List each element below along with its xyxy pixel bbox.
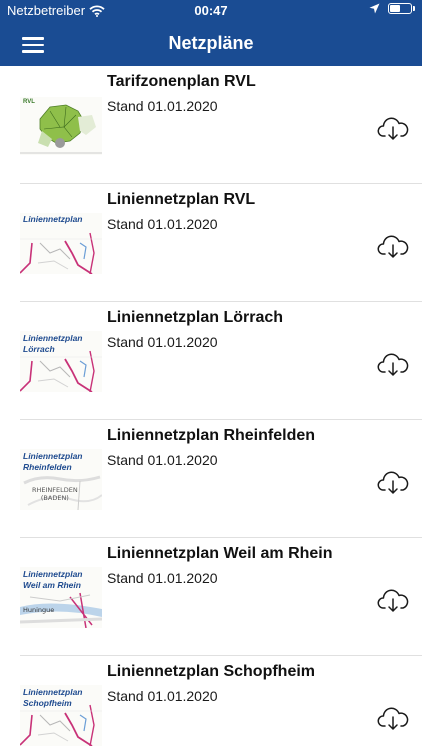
status-bar: Netzbetreiber 00:47 <box>0 0 422 22</box>
plan-title: Liniennetzplan Schopfheim <box>107 663 316 680</box>
plan-title: Liniennetzplan Lörrach <box>107 309 284 326</box>
cloud-download-icon[interactable] <box>377 587 409 613</box>
plan-thumbnail: Liniennetzplan Weil am Rhein Huningue <box>20 567 102 628</box>
plan-list-item[interactable]: Liniennetzplan Liniennetzplan RVL Stand 01… <box>20 184 422 302</box>
cloud-download-icon[interactable] <box>377 233 409 259</box>
cloud-download-icon[interactable] <box>377 705 409 731</box>
thumbnail-label: Liniennetzplan Weil am Rhein <box>23 569 83 590</box>
page-title: Netzpläne <box>168 33 254 53</box>
cloud-download-icon[interactable] <box>377 469 409 495</box>
plan-title: Tarifzonenplan RVL <box>107 73 256 90</box>
plan-thumbnail: Liniennetzplan Rheinfelden RHEINFELDEN (B… <box>20 449 102 510</box>
plan-thumbnail: RVL <box>20 97 102 155</box>
thumbnail-label: Liniennetzplan Rheinfelden <box>23 451 83 472</box>
battery-level <box>390 5 400 12</box>
plan-thumbnail: Liniennetzplan Schopfheim <box>20 685 102 746</box>
cloud-download-icon[interactable] <box>377 115 409 141</box>
thumbnail-place-name: RHEINFELDEN (BADEN) <box>32 486 78 502</box>
thumbnail-label: Liniennetzplan Lörrach <box>23 333 83 354</box>
plan-list-item[interactable]: Liniennetzplan Lörrach Liniennetzplan Lör… <box>20 302 422 420</box>
plan-list: RVL Tarifzonenplan RVL Stand 01.01.2020 Lin… <box>0 66 422 750</box>
plan-list-item[interactable]: Liniennetzplan Rheinfelden RHEINFELDEN (B… <box>20 420 422 538</box>
thumbnail-label: Liniennetzplan <box>23 214 83 224</box>
plan-title: Liniennetzplan Rheinfelden <box>107 427 316 444</box>
plan-date: Stand 01.01.2020 <box>107 334 218 350</box>
plan-date: Stand 01.01.2020 <box>107 98 218 114</box>
plan-list-item[interactable]: Liniennetzplan Weil am Rhein Huningue Lini… <box>20 538 422 656</box>
plan-thumbnail: Liniennetzplan Lörrach <box>20 331 102 392</box>
plan-title: Liniennetzplan RVL <box>107 191 256 208</box>
plan-date: Stand 01.01.2020 <box>107 452 218 468</box>
app-header: Netzbetreiber 00:47 Netzpläne <box>0 0 422 66</box>
plan-list-item[interactable]: Liniennetzplan Schopfheim Liniennetzplan … <box>20 656 422 750</box>
thumbnail-place-name: Huningue <box>23 606 55 614</box>
thumbnail-label: RVL <box>23 99 35 105</box>
plan-title: Liniennetzplan Weil am Rhein <box>107 545 333 562</box>
plan-date: Stand 01.01.2020 <box>107 216 218 232</box>
plan-date: Stand 01.01.2020 <box>107 688 218 704</box>
plan-date: Stand 01.01.2020 <box>107 570 218 586</box>
plan-list-item[interactable]: RVL Tarifzonenplan RVL Stand 01.01.2020 <box>20 66 422 184</box>
plan-thumbnail: Liniennetzplan <box>20 213 102 274</box>
location-arrow-icon <box>369 3 380 14</box>
thumbnail-label: Liniennetzplan Schopfheim <box>23 687 83 708</box>
status-indicators <box>369 3 415 14</box>
battery-icon <box>388 3 415 14</box>
navigation-bar: Netzpläne <box>0 22 422 66</box>
cloud-download-icon[interactable] <box>377 351 409 377</box>
status-time: 00:47 <box>194 3 228 18</box>
